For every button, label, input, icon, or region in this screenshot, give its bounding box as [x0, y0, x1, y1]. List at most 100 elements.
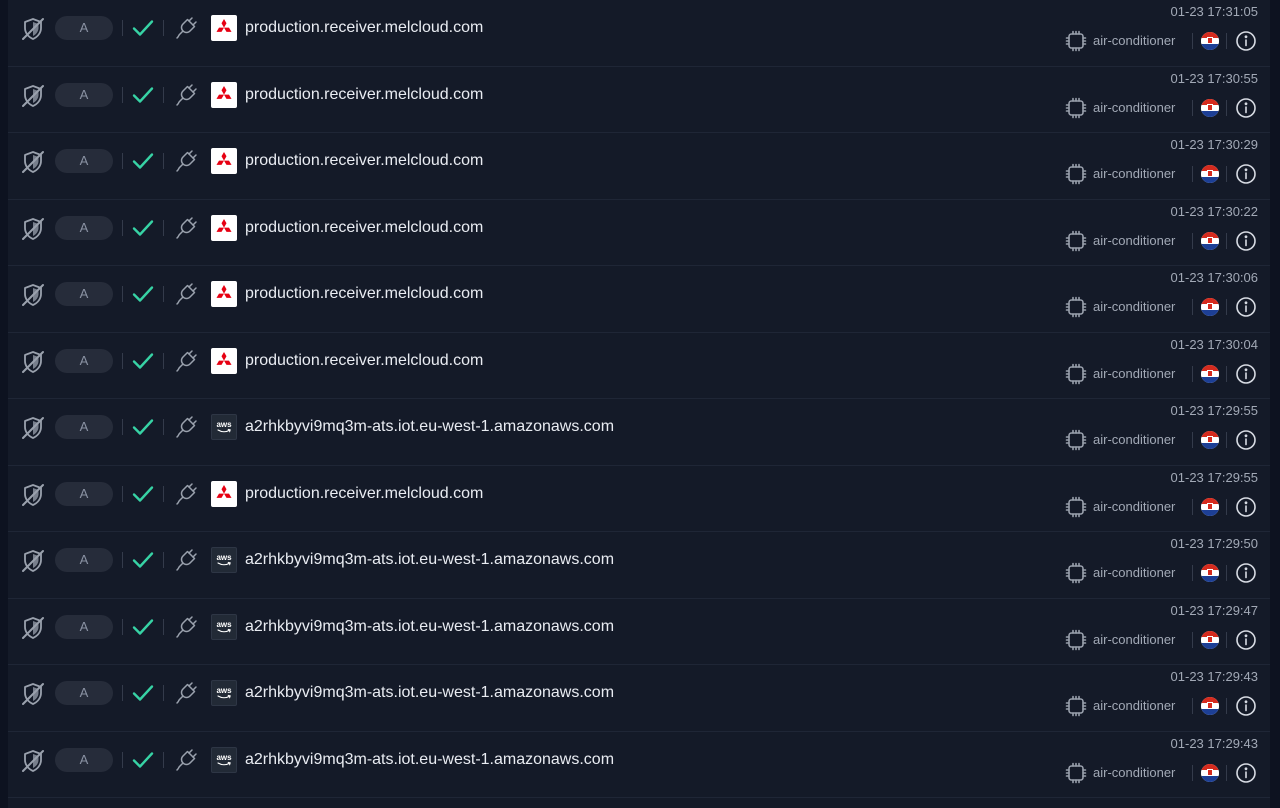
divider — [1192, 166, 1193, 182]
divider — [122, 618, 123, 635]
aws-logo-icon: aws — [211, 613, 237, 640]
shield-off-icon[interactable] — [20, 415, 46, 441]
chip-icon — [1064, 162, 1088, 186]
domain-name[interactable]: production.receiver.melcloud.com — [245, 217, 483, 239]
domain-name[interactable]: a2rhkbyvi9mq3m-ats.iot.eu-west-1.amazona… — [245, 749, 614, 771]
divider — [122, 685, 123, 701]
shield-off-icon[interactable] — [20, 149, 46, 175]
timestamp: 01-23 17:29:50 — [1170, 536, 1258, 551]
divider — [122, 153, 123, 169]
table-row[interactable]: A production.receiver.melcloud.com 01-23… — [8, 133, 1270, 200]
divider — [1226, 99, 1227, 116]
divider — [163, 751, 164, 768]
table-row[interactable]: A production.receiver.melcloud.com 01-23… — [8, 333, 1270, 399]
info-icon[interactable] — [1235, 163, 1257, 185]
record-type-badge: A — [55, 481, 113, 506]
shield-off-icon[interactable] — [20, 216, 46, 242]
table-row[interactable]: A production.receiver.melcloud.com 01-23… — [8, 466, 1270, 532]
shield-off-icon[interactable] — [20, 16, 46, 42]
divider — [163, 485, 164, 502]
device-type-label: air-conditioner — [1093, 432, 1176, 447]
divider — [1192, 99, 1193, 116]
check-icon — [131, 416, 155, 438]
divider — [1226, 764, 1227, 781]
domain-name[interactable]: production.receiver.melcloud.com — [245, 283, 483, 305]
divider — [1226, 432, 1227, 448]
divider — [1192, 698, 1193, 714]
timestamp: 01-23 17:30:29 — [1170, 137, 1258, 152]
domain-name[interactable]: a2rhkbyvi9mq3m-ats.iot.eu-west-1.amazona… — [245, 682, 614, 704]
divider — [1226, 232, 1227, 249]
svg-text:aws: aws — [216, 753, 232, 762]
info-icon[interactable] — [1235, 429, 1257, 451]
divider — [163, 685, 164, 701]
domain-name[interactable]: production.receiver.melcloud.com — [245, 84, 483, 106]
timestamp: 01-23 17:29:55 — [1170, 469, 1258, 485]
shield-off-icon[interactable] — [20, 349, 46, 375]
divider — [1192, 565, 1193, 581]
record-type-badge: A — [55, 16, 113, 40]
info-icon[interactable] — [1235, 695, 1257, 717]
croatia-flag-icon — [1201, 364, 1219, 383]
table-row[interactable]: A production.receiver.melcloud.com 01-23… — [8, 200, 1270, 266]
table-row[interactable]: A production.receiver.melcloud.com 01-23… — [8, 67, 1270, 133]
chip-icon — [1064, 96, 1088, 120]
divider — [1226, 698, 1227, 714]
divider — [1192, 498, 1193, 515]
table-row[interactable]: A aws a2rhkbyvi9mq3m-ats.iot.eu-west-1.a… — [8, 732, 1270, 798]
shield-off-icon[interactable] — [20, 282, 46, 308]
divider — [122, 286, 123, 302]
divider — [1192, 365, 1193, 382]
check-icon — [131, 17, 155, 39]
info-icon[interactable] — [1235, 762, 1257, 784]
domain-name[interactable]: production.receiver.melcloud.com — [245, 350, 483, 372]
info-icon[interactable] — [1235, 562, 1257, 584]
divider — [122, 86, 123, 103]
shield-off-icon[interactable] — [20, 548, 46, 574]
divider — [1226, 166, 1227, 182]
info-icon[interactable] — [1235, 496, 1257, 518]
domain-name[interactable]: a2rhkbyvi9mq3m-ats.iot.eu-west-1.amazona… — [245, 416, 614, 438]
plug-icon — [173, 414, 199, 440]
shield-off-icon[interactable] — [20, 83, 46, 109]
shield-off-icon[interactable] — [20, 615, 46, 641]
table-row[interactable]: A aws a2rhkbyvi9mq3m-ats.iot.eu-west-1.a… — [8, 532, 1270, 599]
aws-logo-icon: aws — [211, 680, 237, 706]
shield-off-icon[interactable] — [20, 748, 46, 774]
domain-name[interactable]: a2rhkbyvi9mq3m-ats.iot.eu-west-1.amazona… — [245, 616, 614, 638]
record-type-badge: A — [55, 747, 113, 772]
mitsubishi-logo-icon — [211, 480, 237, 507]
table-row[interactable]: A production.receiver.melcloud.com 01-23… — [8, 0, 1270, 67]
svg-text:aws: aws — [216, 620, 232, 629]
table-row[interactable]: A aws a2rhkbyvi9mq3m-ats.iot.eu-west-1.a… — [8, 599, 1270, 665]
domain-name[interactable]: production.receiver.melcloud.com — [245, 150, 483, 172]
plug-icon — [173, 614, 199, 640]
shield-off-icon[interactable] — [20, 681, 46, 707]
mitsubishi-logo-icon — [211, 281, 237, 307]
table-row[interactable]: A aws a2rhkbyvi9mq3m-ats.iot.eu-west-1.a… — [8, 399, 1270, 466]
plug-icon — [173, 680, 199, 706]
timestamp: 01-23 17:29:55 — [1170, 403, 1258, 418]
domain-name[interactable]: production.receiver.melcloud.com — [245, 17, 483, 39]
check-icon — [131, 616, 155, 638]
info-icon[interactable] — [1235, 97, 1257, 119]
info-icon[interactable] — [1235, 30, 1257, 52]
device-type-label: air-conditioner — [1093, 365, 1176, 381]
info-icon[interactable] — [1235, 363, 1257, 385]
table-row[interactable]: A aws a2rhkbyvi9mq3m-ats.iot.eu-west-1.a… — [8, 665, 1270, 732]
chip-icon — [1064, 495, 1088, 519]
divider — [163, 618, 164, 635]
croatia-flag-icon — [1201, 763, 1219, 782]
timestamp: 01-23 17:31:05 — [1170, 4, 1258, 19]
divider — [163, 552, 164, 568]
table-row[interactable]: A production.receiver.melcloud.com 01-23… — [8, 266, 1270, 333]
domain-name[interactable]: production.receiver.melcloud.com — [245, 483, 483, 505]
domain-name[interactable]: a2rhkbyvi9mq3m-ats.iot.eu-west-1.amazona… — [245, 549, 614, 571]
croatia-flag-icon — [1201, 697, 1219, 715]
info-icon[interactable] — [1235, 230, 1257, 252]
info-icon[interactable] — [1235, 296, 1257, 318]
info-icon[interactable] — [1235, 629, 1257, 651]
record-type-badge: A — [55, 149, 113, 173]
divider — [1226, 631, 1227, 648]
shield-off-icon[interactable] — [20, 482, 46, 508]
